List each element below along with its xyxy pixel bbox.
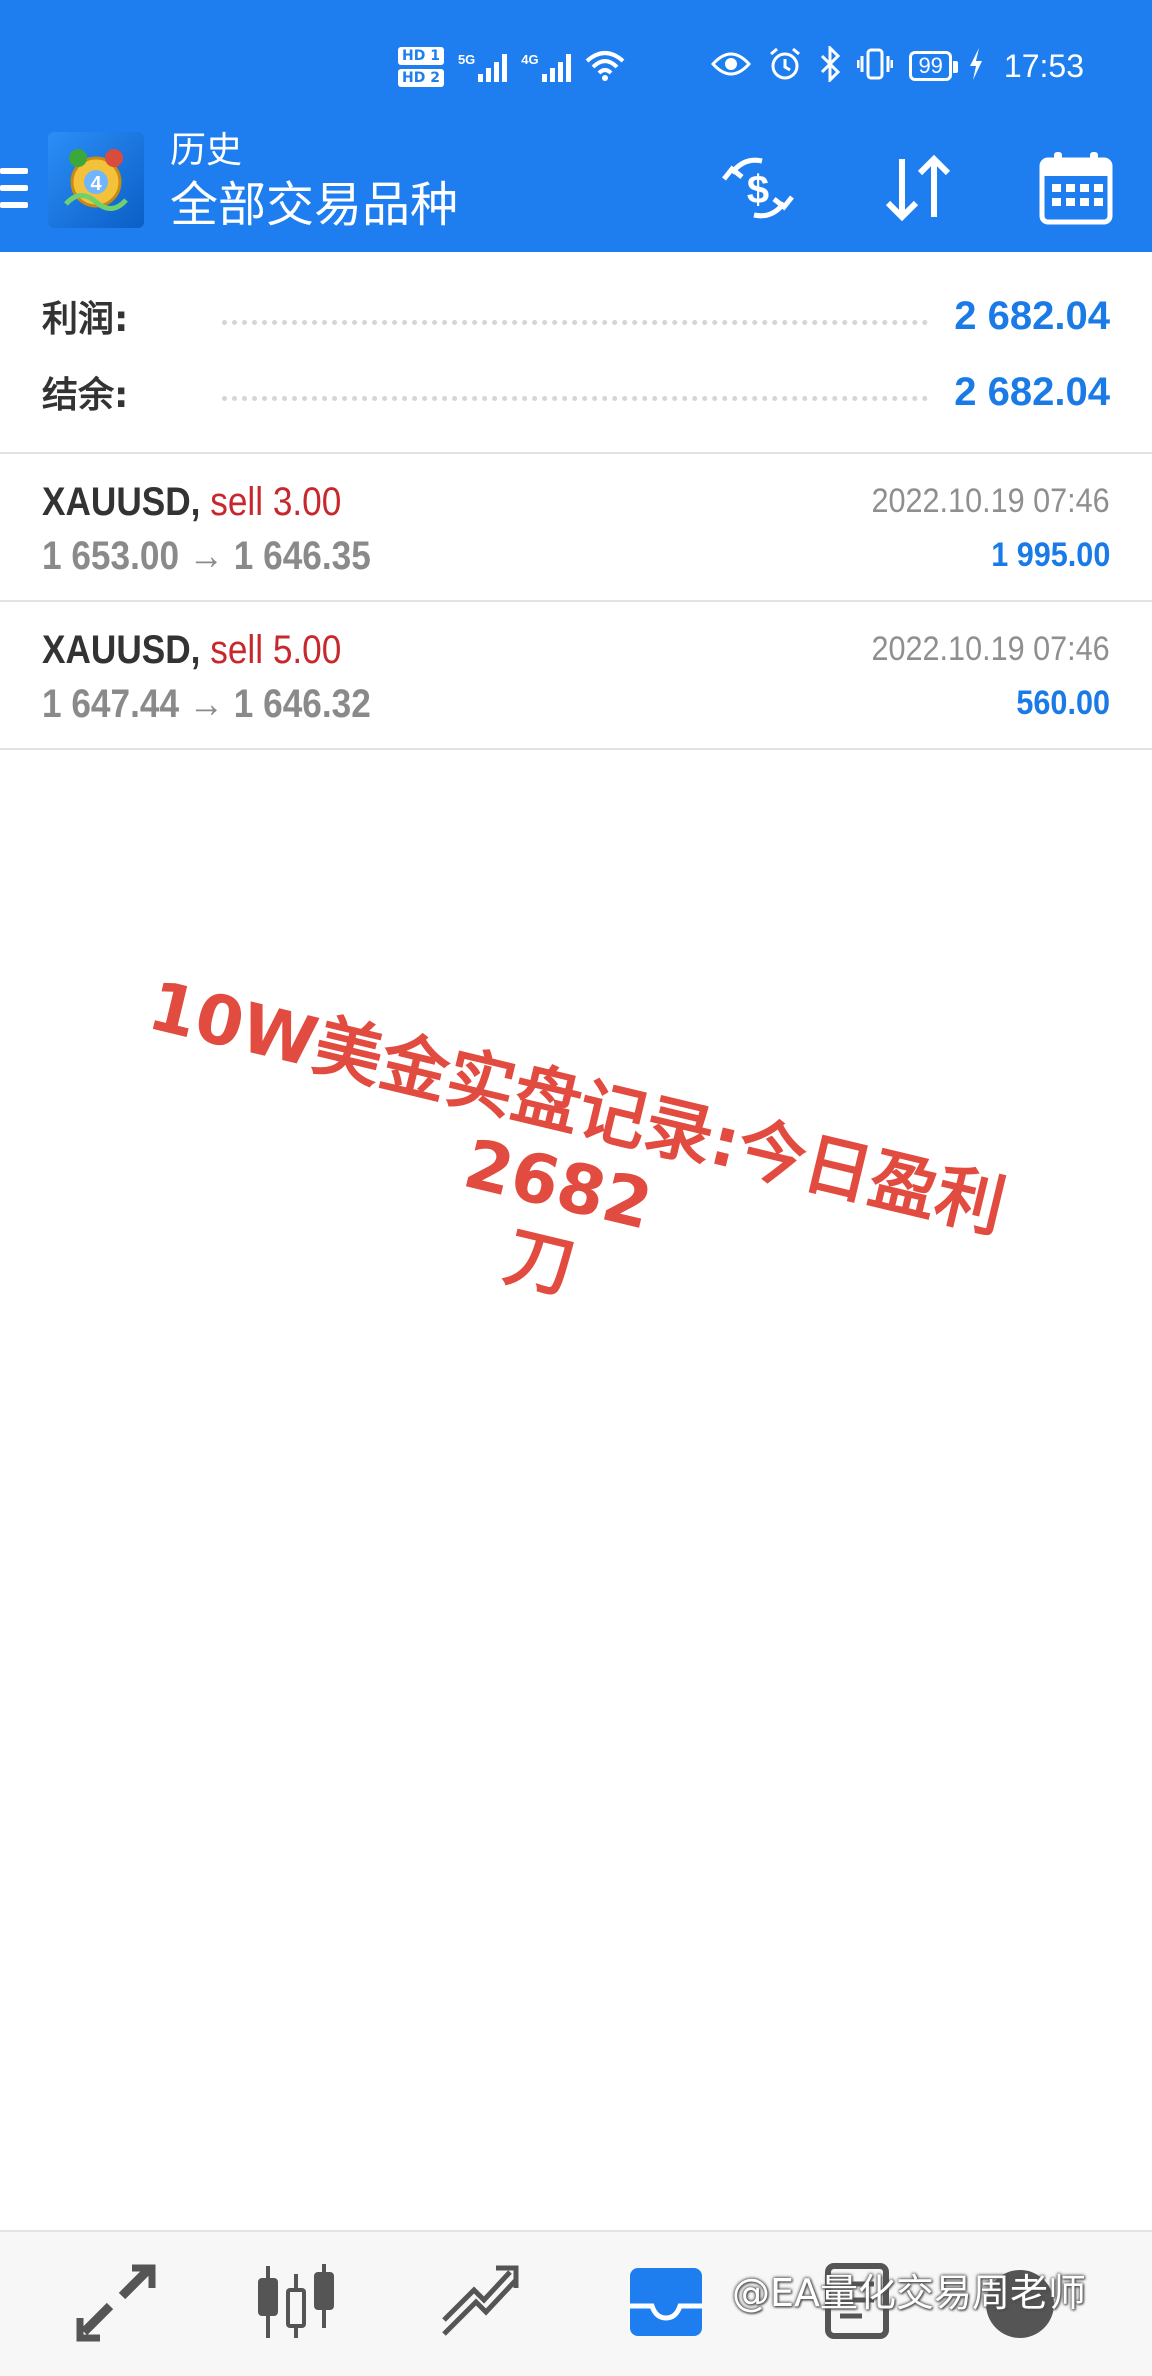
trade-icon[interactable]: [430, 2252, 530, 2352]
overlay-annotation: 10W美金实盘记录:今日盈利2682 刀: [34, 950, 1082, 1421]
signal-4g-icon: 4G: [521, 52, 571, 82]
sort-icon[interactable]: [876, 146, 960, 230]
dotted-leader: [222, 395, 929, 401]
deal-row[interactable]: XAUUSD, sell 5.00 1 647.44 → 1 646.32 20…: [0, 604, 1152, 750]
alarm-icon: [767, 46, 803, 87]
deal-time: 2022.10.19 07:46: [871, 482, 1110, 520]
chart-icon[interactable]: [246, 2252, 346, 2352]
profit-value: 2 682.04: [954, 293, 1110, 338]
balance-row: 结余: 2 682.04: [42, 362, 1110, 422]
deal-symbol: XAUUSD,: [42, 628, 201, 672]
eye-comfort-icon: [711, 50, 752, 83]
calendar-icon[interactable]: [1034, 146, 1118, 230]
title-block: 历史 全部交易品种: [170, 128, 458, 236]
deal-type: sell 5.00: [210, 628, 342, 672]
deal-type: sell 3.00: [210, 480, 342, 524]
dotted-leader: [222, 319, 929, 325]
charging-icon: [968, 47, 984, 85]
history-icon[interactable]: [616, 2252, 716, 2352]
page-title[interactable]: 全部交易品种: [170, 174, 458, 236]
signal-5g-icon: 5G: [457, 52, 508, 82]
vibrate-icon: [856, 47, 894, 86]
battery-indicator: 99: [909, 51, 959, 81]
currency-exchange-icon[interactable]: $: [716, 146, 800, 230]
mt4-logo-icon: 4: [48, 132, 144, 228]
status-icons-left: HD 1 HD 2 5G 4G: [398, 38, 625, 96]
wifi-icon: [585, 49, 625, 86]
clock: 17:53: [1003, 47, 1084, 84]
deal-prices: 1 647.44 → 1 646.32: [42, 682, 371, 726]
menu-icon[interactable]: [0, 160, 30, 216]
deal-row[interactable]: XAUUSD, sell 3.00 1 653.00 → 1 646.35 20…: [0, 456, 1152, 602]
svg-text:$: $: [747, 168, 769, 212]
summary-panel: 利润: 2 682.04 结余: 2 682.04: [0, 252, 1152, 454]
bluetooth-icon: [819, 43, 841, 87]
sim-indicators: HD 1 HD 2: [398, 47, 444, 87]
svg-text:4: 4: [90, 173, 102, 195]
page-subtitle: 历史: [170, 130, 243, 171]
credit-watermark: @EA量化交易周老师: [732, 2271, 1087, 2315]
status-icons-right: 99 17:53: [711, 40, 1084, 92]
profit-row: 利润: 2 682.04: [42, 286, 1110, 346]
net2-label: 4G: [521, 52, 539, 67]
balance-value: 2 682.04: [954, 369, 1110, 414]
quotes-icon[interactable]: [66, 2252, 166, 2352]
deal-prices: 1 653.00 → 1 646.35: [42, 534, 371, 578]
deal-header: XAUUSD, sell 3.00: [42, 478, 341, 526]
deal-header: XAUUSD, sell 5.00: [42, 626, 341, 674]
sim2-hd-badge: HD 2: [398, 69, 444, 87]
sim1-hd-badge: HD 1: [398, 47, 444, 65]
app-bar: 4 历史 全部交易品种 $: [0, 126, 1152, 252]
deal-profit: 560.00: [1016, 684, 1110, 722]
deal-profit: 1 995.00: [990, 536, 1110, 574]
net1-label: 5G: [457, 52, 476, 67]
deal-time: 2022.10.19 07:46: [871, 630, 1110, 668]
balance-label: 结余:: [42, 375, 129, 416]
profit-label: 利润:: [42, 299, 129, 340]
deal-symbol: XAUUSD,: [42, 480, 201, 524]
status-bar: HD 1 HD 2 5G 4G 99 17:53: [0, 0, 1152, 126]
